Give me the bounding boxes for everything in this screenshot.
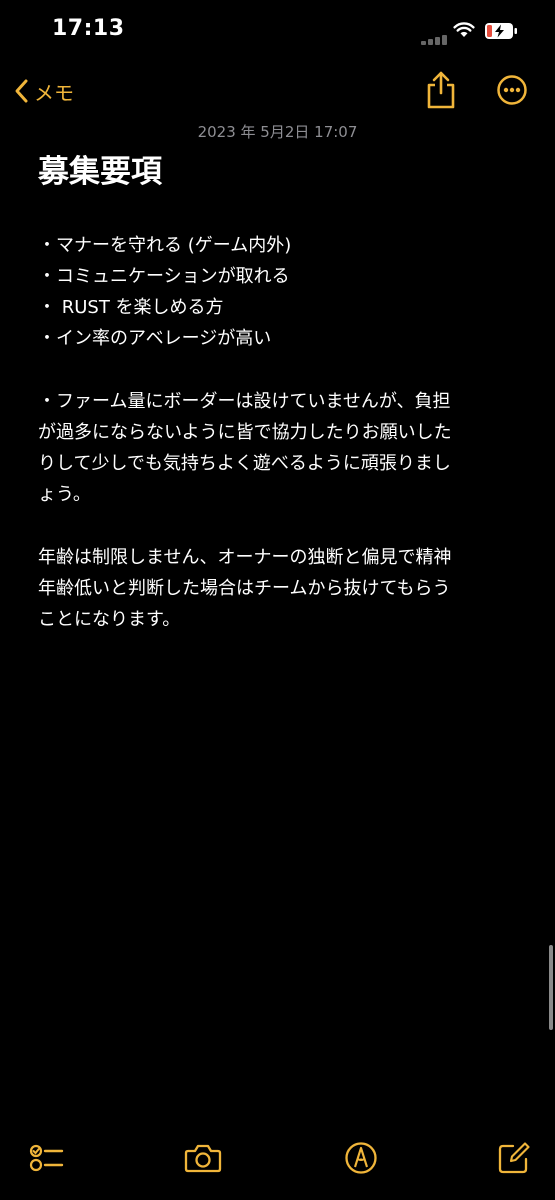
back-button-label: メモ — [34, 80, 74, 105]
ellipsis-circle-icon[interactable] — [496, 74, 528, 106]
note-line: 年齢は制限しません、オーナーの独断と偏見で精神 — [38, 547, 452, 568]
compose-icon — [498, 1142, 530, 1174]
share-icon[interactable] — [424, 70, 458, 110]
note-date: 2023 年 5月2日 17:07 — [197, 123, 358, 141]
back-button[interactable]: メモ — [14, 74, 74, 108]
note-line: りして少しでも気持ちよく遊べるように頑張りまし — [38, 453, 451, 474]
note-line: ・ RUST を楽しめる方 — [38, 297, 224, 318]
scroll-indicator[interactable] — [549, 945, 553, 1030]
note-line: ・ファーム量にボーダーは設けていませんが、負担 — [38, 391, 451, 412]
battery-charging-icon — [485, 23, 517, 39]
camera-button[interactable] — [183, 1138, 223, 1178]
nav-bar: メモ — [0, 62, 555, 118]
wifi-icon — [453, 22, 475, 37]
status-time: 17:13 — [52, 16, 125, 41]
chevron-left-icon — [15, 79, 28, 103]
checklist-icon — [29, 1144, 64, 1172]
checklist-button[interactable] — [27, 1138, 67, 1178]
markup-pen-icon — [345, 1142, 377, 1174]
note-line: ょう。 — [38, 484, 91, 505]
note-body[interactable]: 募集要項 ・マナーを守れる (ゲーム内外) ・コミュニケーションが取れる ・ R… — [38, 150, 522, 635]
note-line: ことになります。 — [38, 609, 181, 630]
cellular-signal-icon — [421, 35, 449, 45]
status-bar: 17:13 — [0, 0, 555, 60]
note-line: が過多にならないように皆で協力したりお願いした — [38, 422, 452, 443]
note-title: 募集要項 — [38, 154, 162, 190]
compose-button[interactable] — [494, 1138, 534, 1178]
camera-icon — [184, 1144, 222, 1173]
note-line: ・イン率のアベレージが高い — [38, 328, 272, 349]
bottom-toolbar — [0, 1138, 555, 1198]
note-line: ・マナーを守れる (ゲーム内外) — [38, 235, 292, 256]
note-line: 年齢低いと判断した場合はチームから抜けてもらう — [38, 578, 451, 599]
markup-button[interactable] — [341, 1138, 381, 1178]
note-line: ・コミュニケーションが取れる — [38, 266, 290, 287]
